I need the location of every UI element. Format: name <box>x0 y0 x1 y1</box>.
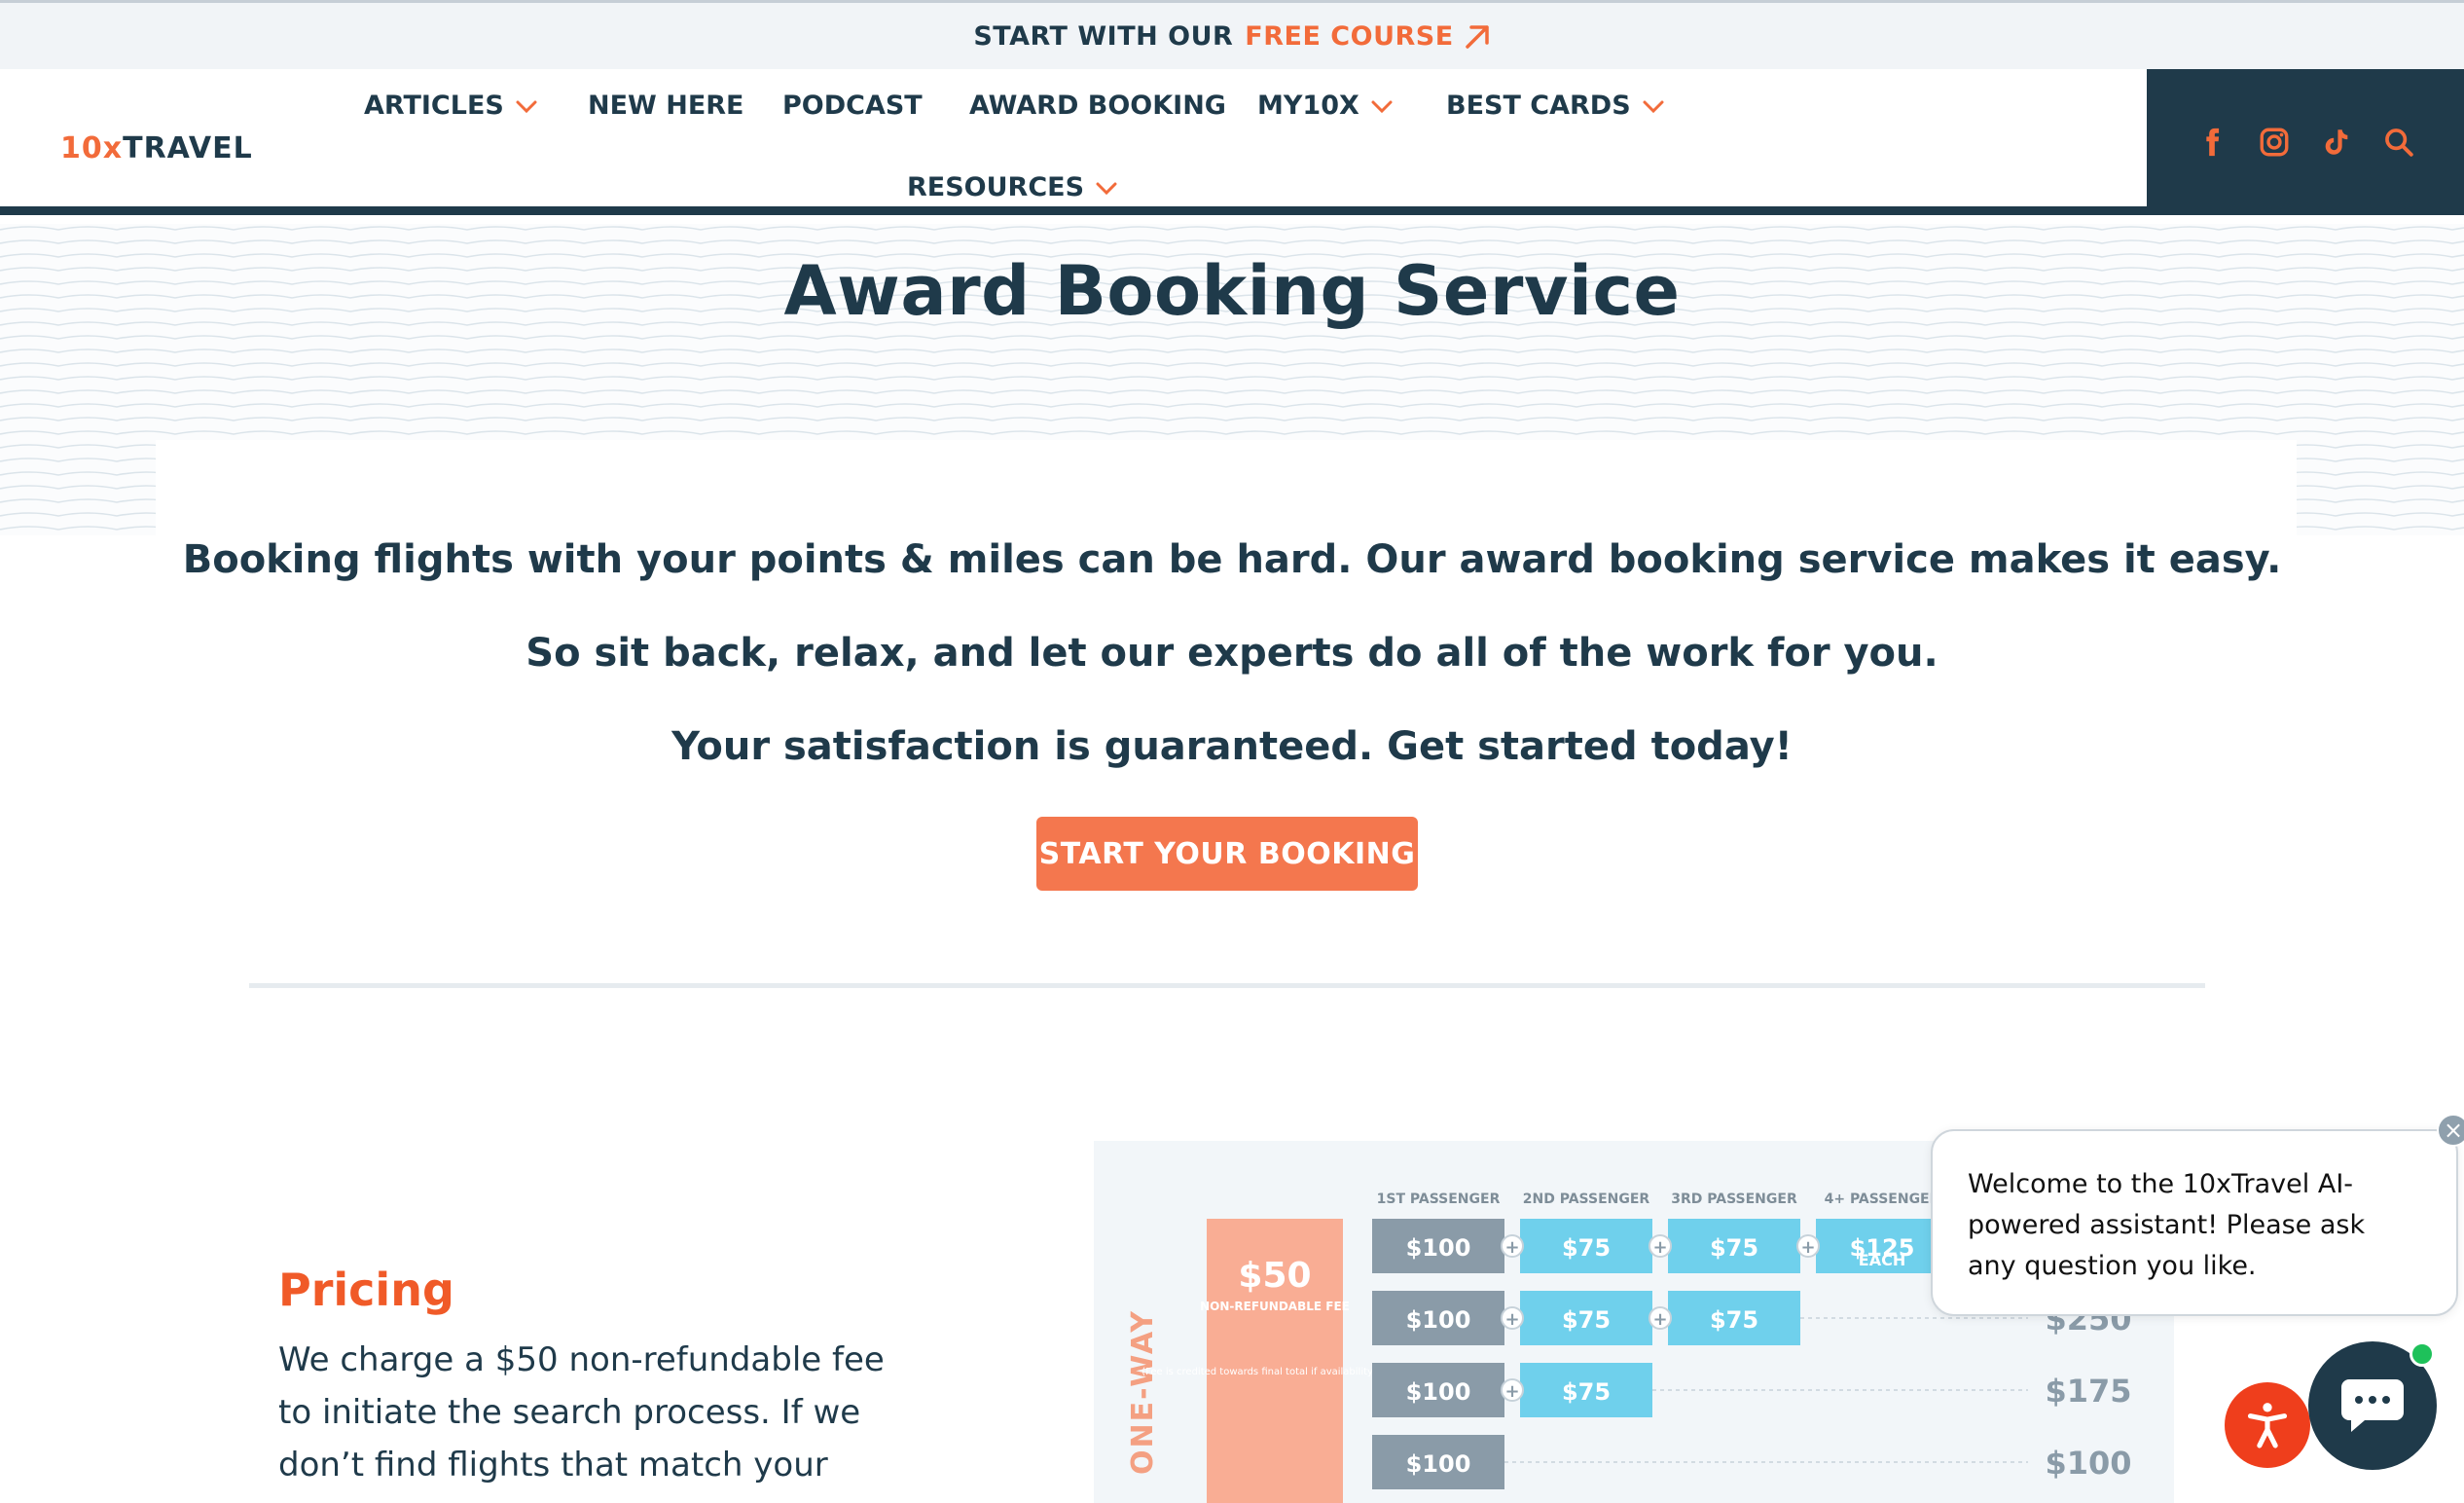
nav-best-cards-label: BEST CARDS <box>1446 91 1631 121</box>
nav-new-here-label: NEW HERE <box>588 91 744 121</box>
site-logo[interactable]: 10xTRAVEL <box>60 131 253 165</box>
chat-close-button[interactable]: × <box>2437 1114 2464 1147</box>
chart-price-label: $75 <box>1562 1234 1611 1262</box>
pricing-heading: Pricing <box>278 1264 454 1316</box>
start-booking-button[interactable]: START YOUR BOOKING <box>1036 817 1418 891</box>
site-header: 10xTRAVEL ARTICLES NEW HERE PODCAST AWAR… <box>0 69 2464 215</box>
logo-part-1: 10x <box>60 131 124 165</box>
nav-resources[interactable]: RESOURCES <box>907 172 1119 202</box>
intro-line-3: Your satisfaction is guaranteed. Get sta… <box>671 724 1793 769</box>
tiktok-icon[interactable] <box>2320 126 2353 159</box>
chevron-down-icon <box>1643 100 1664 113</box>
nav-my10x[interactable]: MY10X <box>1257 91 1395 121</box>
intro-line-2: So sit back, relax, and let our experts … <box>525 631 1939 676</box>
chart-price-label: $75 <box>1710 1234 1758 1262</box>
pricing-description: We charge a $50 non-refundable fee to in… <box>278 1340 885 1485</box>
chart-side-label: ONE-WAY <box>1126 1309 1160 1475</box>
chart-row-total: $100 <box>2045 1445 2131 1482</box>
online-status-dot <box>2410 1341 2435 1367</box>
chart-row-total: $175 <box>2045 1373 2131 1410</box>
nav-award-booking[interactable]: AWARD BOOKING <box>969 91 1226 121</box>
chart-column-header: 2ND PASSENGER <box>1523 1191 1650 1207</box>
chart-each-label: EACH <box>1859 1251 1905 1269</box>
promo-lead-text: START WITH OUR <box>973 20 1234 52</box>
search-icon[interactable] <box>2382 126 2415 159</box>
page-title: Award Booking Service <box>783 251 1681 331</box>
chart-column-header: 3RD PASSENGER <box>1671 1191 1797 1207</box>
nav-podcast-label: PODCAST <box>782 91 923 121</box>
chart-fee-amount: $50 <box>1238 1256 1311 1296</box>
nav-my10x-label: MY10X <box>1257 91 1359 121</box>
chart-fee-note: (Fee is credited towards final total if … <box>1141 1367 1408 1377</box>
chat-icon <box>2341 1379 2404 1432</box>
plus-icon-glyph: + <box>1504 1381 1519 1402</box>
plus-icon-glyph: + <box>1652 1309 1667 1330</box>
promo-bar[interactable]: START WITH OUR FREE COURSE <box>0 0 2464 69</box>
instagram-icon[interactable] <box>2258 126 2291 159</box>
logo-part-2: TRAVEL <box>123 131 253 165</box>
chart-price-label: $100 <box>1406 1234 1471 1262</box>
chart-price-label: $75 <box>1710 1306 1758 1334</box>
nav-award-booking-label: AWARD BOOKING <box>969 91 1226 121</box>
accessibility-icon <box>2247 1403 2288 1448</box>
chart-fee-label: NON-REFUNDABLE FEE <box>1200 1300 1350 1313</box>
nav-best-cards[interactable]: BEST CARDS <box>1446 91 1666 121</box>
chevron-down-icon <box>1371 100 1393 113</box>
plus-icon-glyph: + <box>1504 1237 1519 1258</box>
chart-price-label: $100 <box>1406 1450 1471 1478</box>
nav-podcast[interactable]: PODCAST <box>782 91 923 121</box>
chart-price-label: $100 <box>1406 1306 1471 1334</box>
plus-icon-glyph: + <box>1652 1237 1667 1258</box>
nav-new-here[interactable]: NEW HERE <box>588 91 744 121</box>
chart-price-label: $100 <box>1406 1378 1471 1406</box>
chevron-down-icon <box>1096 182 1117 195</box>
promo-free-course-link[interactable]: FREE COURSE <box>1245 21 1490 52</box>
chat-welcome-bubble[interactable]: Welcome to the 10xTravel AI-powered assi… <box>1931 1129 2458 1316</box>
section-divider <box>249 983 2205 988</box>
chart-price-label: $75 <box>1562 1306 1611 1334</box>
arrow-up-right-icon <box>1465 25 1489 49</box>
chart-column-header: 4+ PASSENGER <box>1825 1191 1940 1207</box>
promo-link-label: FREE COURSE <box>1245 20 1454 52</box>
nav-articles-label: ARTICLES <box>364 91 504 121</box>
accessibility-button[interactable] <box>2225 1382 2310 1468</box>
facebook-icon[interactable] <box>2195 126 2228 159</box>
chevron-down-icon <box>516 100 537 113</box>
chart-column-header: 1ST PASSENGER <box>1377 1191 1501 1207</box>
social-links <box>2147 69 2464 215</box>
nav-articles[interactable]: ARTICLES <box>364 91 539 121</box>
intro-line-1: Booking flights with your points & miles… <box>182 537 2282 582</box>
chart-price-label: $75 <box>1562 1378 1611 1406</box>
nav-resources-label: RESOURCES <box>907 172 1085 202</box>
plus-icon-glyph: + <box>1800 1237 1815 1258</box>
plus-icon-glyph: + <box>1504 1309 1519 1330</box>
